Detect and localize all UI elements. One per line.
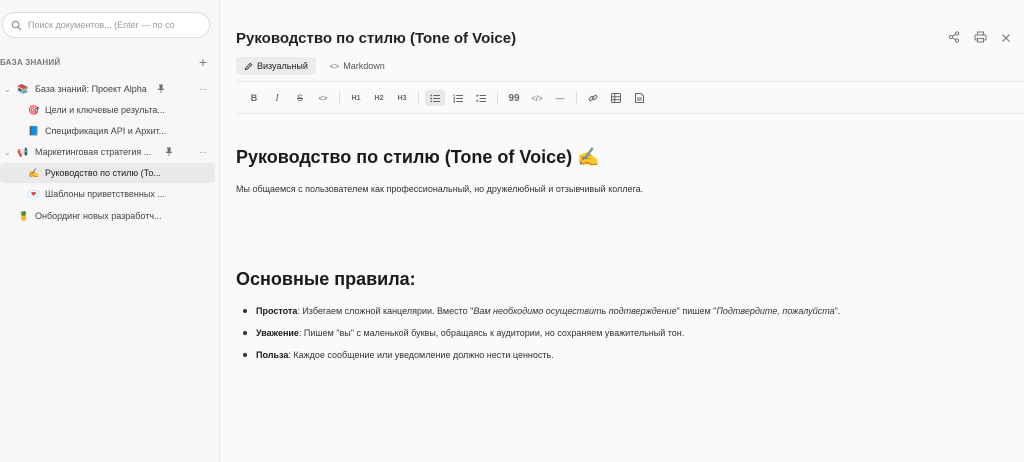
document-editor: Руководство по стилю (Tone of Voice) Виз… <box>220 0 1024 462</box>
sidebar-item-label: Цели и ключевые результа... <box>45 105 165 115</box>
search-box[interactable] <box>2 12 210 38</box>
editor-mode-tabs: Визуальный <> Markdown <box>236 57 393 75</box>
rule-quote: Подтвердите, пожалуйста <box>716 306 835 316</box>
intro-paragraph: Мы общаемся с пользователем как професси… <box>236 184 644 194</box>
sidebar-item-label: Онбординг новых разработч... <box>35 211 162 221</box>
share-icon[interactable] <box>946 31 962 46</box>
separator <box>497 92 498 104</box>
tab-label: Markdown <box>343 61 385 71</box>
italic-button[interactable]: I <box>267 90 287 106</box>
table-icon <box>611 93 621 103</box>
document-actions <box>946 31 1014 46</box>
sidebar-item-project-alpha[interactable]: ⌄ 📚 База знаний: Проект Alpha ··· <box>0 79 215 99</box>
bullet-list-icon <box>430 94 440 102</box>
rules-list: Простота: Избегаем сложной канцелярии. В… <box>242 304 841 370</box>
pencil-icon <box>244 62 253 70</box>
list-item: Польза: Каждое сообщение или уведомление… <box>242 348 840 370</box>
search-icon <box>11 20 22 30</box>
tab-label: Визуальный <box>257 61 308 71</box>
sidebar-item-label: Маркетинговая стратегия ... <box>35 147 152 157</box>
checklist-button[interactable] <box>471 90 491 106</box>
pin-icon <box>165 147 173 158</box>
inline-code-button[interactable]: <> <box>313 90 333 106</box>
rule-text: : Избегаем сложной канцелярии. Вместо " <box>297 306 474 316</box>
formatting-toolbar: B I S <> H1 H2 H3 99 </> — <box>244 90 652 106</box>
search-input[interactable] <box>28 20 198 30</box>
sidebar-item-welcome-templates[interactable]: 💌 Шаблоны приветственных ... <box>0 184 215 204</box>
quote-button[interactable]: 99 <box>504 90 524 106</box>
heading1-button[interactable]: H1 <box>346 90 366 106</box>
list-item: Простота: Избегаем сложной канцелярии. В… <box>242 304 841 326</box>
table-button[interactable] <box>606 90 626 106</box>
sidebar-item-onboarding[interactable]: 🍍 Онбординг новых разработч... <box>0 206 215 226</box>
writing-hand-icon: ✍️ <box>28 167 40 178</box>
separator <box>418 92 419 104</box>
link-icon <box>588 94 598 102</box>
sidebar: БАЗА ЗНАНИЙ + ⌄ 📚 База знаний: Проект Al… <box>0 0 220 462</box>
sidebar-item-style-guide[interactable]: ✍️ Руководство по стилю (То... <box>0 163 215 183</box>
pineapple-icon: 🍍 <box>18 210 30 221</box>
sidebar-item-api-spec[interactable]: 📘 Спецификация API и Архит... <box>0 121 215 141</box>
heading2-button[interactable]: H2 <box>369 90 389 106</box>
heading3-button[interactable]: H3 <box>392 90 412 106</box>
books-icon: 📚 <box>17 83 29 94</box>
numbered-list-button[interactable] <box>448 90 468 106</box>
section-label: БАЗА ЗНАНИЙ <box>0 57 61 67</box>
rule-text: ". <box>834 306 841 316</box>
more-options-icon[interactable]: ··· <box>199 147 207 158</box>
rule-text: : Каждое сообщение или уведомление должн… <box>288 350 554 360</box>
rule-term: Польза <box>256 350 289 360</box>
page-title: Руководство по стилю (Tone of Voice) <box>236 30 517 47</box>
code-icon: <> <box>329 61 340 71</box>
more-options-icon[interactable]: ··· <box>199 84 207 95</box>
checklist-icon <box>476 93 486 102</box>
sidebar-item-label: Шаблоны приветственных ... <box>45 189 165 199</box>
divider <box>236 81 1024 82</box>
strikethrough-button[interactable]: S <box>290 90 310 106</box>
sidebar-item-label: База знаний: Проект Alpha <box>35 84 147 94</box>
bold-button[interactable]: B <box>244 90 264 106</box>
horizontal-rule-button[interactable]: — <box>550 90 570 106</box>
love-letter-icon: 💌 <box>28 188 40 199</box>
sidebar-item-label: Спецификация API и Архит... <box>45 126 167 136</box>
document-template-button[interactable] <box>629 90 649 106</box>
tab-markdown[interactable]: <> Markdown <box>322 57 393 75</box>
target-icon: 🎯 <box>28 104 40 115</box>
tab-visual[interactable]: Визуальный <box>236 57 316 75</box>
print-icon[interactable] <box>972 31 988 46</box>
document-heading: Руководство по стилю (Tone of Voice) ✍️ <box>236 147 600 167</box>
pin-icon <box>157 84 165 95</box>
rule-term: Простота <box>256 306 298 316</box>
add-document-icon[interactable]: + <box>196 55 210 69</box>
chevron-down-icon[interactable]: ⌄ <box>4 85 11 94</box>
blue-book-icon: 📘 <box>28 125 40 136</box>
document-icon <box>634 93 644 103</box>
rule-term: Уважение <box>256 328 299 338</box>
knowledge-base-header: БАЗА ЗНАНИЙ + <box>0 55 210 69</box>
chevron-down-icon[interactable]: ⌄ <box>4 148 11 157</box>
sidebar-item-marketing[interactable]: ⌄ 📢 Маркетинговая стратегия ... ··· <box>0 142 215 162</box>
rule-quote: Вам необходимо осуществить подтверждение <box>473 306 677 316</box>
section-heading: Основные правила: <box>236 269 416 289</box>
code-block-button[interactable]: </> <box>527 90 547 106</box>
sidebar-item-label: Руководство по стилю (То... <box>45 168 161 178</box>
numbered-list-icon <box>453 94 463 102</box>
rule-text: " пишем " <box>676 306 717 316</box>
close-icon[interactable] <box>998 32 1014 46</box>
link-button[interactable] <box>583 90 603 106</box>
bullet-list-button[interactable] <box>425 90 445 106</box>
separator <box>339 92 340 104</box>
rule-text: : Пишем "вы" с маленькой буквы, обращаяс… <box>298 328 685 338</box>
sidebar-item-okr[interactable]: 🎯 Цели и ключевые результа... <box>0 100 215 120</box>
separator <box>576 92 577 104</box>
list-item: Уважение: Пишем "вы" с маленькой буквы, … <box>242 326 840 348</box>
megaphone-icon: 📢 <box>17 146 29 157</box>
divider <box>236 113 1024 114</box>
